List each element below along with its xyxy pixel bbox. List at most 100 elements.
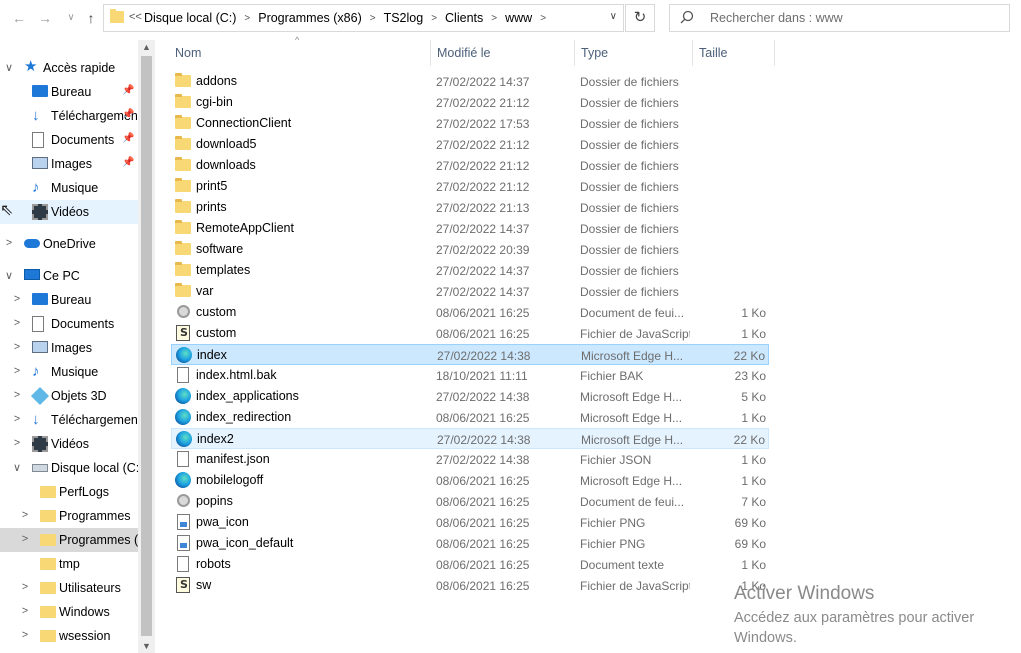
file-row[interactable]: downloads 27/02/2022 21:12 Dossier de fich… bbox=[171, 155, 769, 176]
file-row[interactable]: print5 27/02/2022 21:12 Dossier de fichier… bbox=[171, 176, 769, 197]
file-row[interactable]: pwa_icon_default 08/06/2021 16:25 Fichier … bbox=[171, 533, 769, 554]
back-arrow-icon[interactable]: ← bbox=[10, 8, 28, 28]
collapse-chevron-icon[interactable]: ∨ bbox=[4, 269, 14, 282]
file-row[interactable]: popins 08/06/2021 16:25 Document de feui..… bbox=[171, 491, 769, 512]
file-row[interactable]: index2 27/02/2022 14:38 Microsoft Edge H..… bbox=[171, 428, 769, 449]
pin-icon: 📌 bbox=[122, 109, 135, 120]
nav-item[interactable]: > Utilisateurs bbox=[0, 576, 138, 600]
file-row[interactable]: templates 27/02/2022 14:37 Dossier de fich… bbox=[171, 260, 769, 281]
nav-item[interactable]: Images 📌 bbox=[0, 152, 138, 176]
expand-chevron-icon[interactable]: > bbox=[12, 389, 22, 401]
nav-item[interactable]: > Objets 3D bbox=[0, 384, 138, 408]
nav-scrollbar-thumb[interactable] bbox=[141, 56, 152, 636]
nav-item[interactable]: > ↓ Téléchargements bbox=[0, 408, 148, 432]
breadcrumb-item[interactable]: Clients bbox=[445, 11, 483, 27]
nav-item[interactable]: > wsession bbox=[0, 624, 138, 648]
nav-item[interactable]: ∨ ★ Accès rapide bbox=[0, 56, 138, 80]
search-input[interactable]: Rechercher dans : www bbox=[669, 4, 1010, 32]
column-header-modified[interactable]: Modifié le bbox=[431, 40, 575, 66]
expand-chevron-icon[interactable]: > bbox=[12, 293, 22, 305]
file-row[interactable]: software 27/02/2022 20:39 Dossier de fichi… bbox=[171, 239, 769, 260]
breadcrumb-separator-icon[interactable]: > bbox=[540, 11, 546, 27]
nav-item[interactable]: > Windows bbox=[0, 600, 138, 624]
nav-item[interactable]: > OneDrive bbox=[0, 232, 138, 256]
nav-item[interactable]: ∨ Disque local (C:) bbox=[0, 456, 143, 480]
expand-chevron-icon[interactable]: > bbox=[12, 317, 22, 329]
scroll-down-icon[interactable]: ▼ bbox=[138, 641, 155, 651]
pc-icon bbox=[24, 269, 40, 280]
file-row[interactable]: pwa_icon 08/06/2021 16:25 Fichier PNG 69 Ko bbox=[171, 512, 769, 533]
breadcrumb-separator-icon[interactable]: > bbox=[431, 11, 437, 27]
file-row[interactable]: index_applications 27/02/2022 14:38 Micros… bbox=[171, 386, 769, 407]
nav-item[interactable]: ♪ Musique bbox=[0, 176, 138, 200]
expand-chevron-icon[interactable]: > bbox=[20, 629, 30, 641]
column-header-name[interactable]: Nom bbox=[169, 40, 431, 66]
nav-item[interactable]: > ♪ Musique bbox=[0, 360, 138, 384]
recent-locations-chevron-icon[interactable]: ∨ bbox=[62, 8, 80, 28]
forward-arrow-icon[interactable]: → bbox=[36, 8, 54, 28]
folder-icon bbox=[175, 94, 191, 108]
nav-item[interactable]: tmp bbox=[0, 552, 138, 576]
file-row[interactable]: sw08/06/2021 16:25Fichier de JavaScript1… bbox=[171, 575, 769, 596]
breadcrumb-separator-icon[interactable]: > bbox=[491, 11, 497, 27]
file-row[interactable]: index_redirection 08/06/2021 16:25 Microso… bbox=[171, 407, 769, 428]
nav-item[interactable]: > Documents bbox=[0, 312, 138, 336]
file-row[interactable]: index.html.bak 18/10/2021 11:11 Fichier BA… bbox=[171, 365, 769, 386]
breadcrumb-item[interactable]: TS2log bbox=[384, 11, 424, 27]
file-row[interactable]: custom 08/06/2021 16:25 Document de feui..… bbox=[171, 302, 769, 323]
refresh-button[interactable]: ↻ bbox=[625, 4, 655, 32]
nav-item[interactable]: > Bureau bbox=[0, 288, 138, 312]
expand-chevron-icon[interactable]: > bbox=[12, 413, 22, 425]
breadcrumb-item[interactable]: Programmes (x86) bbox=[258, 11, 362, 27]
expand-chevron-icon[interactable]: > bbox=[4, 237, 14, 249]
nav-item-label: tmp bbox=[59, 557, 80, 571]
file-modified: 27/02/2022 14:37 bbox=[436, 285, 530, 299]
nav-item[interactable]: Vidéos bbox=[0, 200, 138, 224]
address-bar[interactable]: << Disque local (C:) > Programmes (x86) > TS… bbox=[103, 4, 624, 32]
nav-item[interactable]: > Vidéos bbox=[0, 432, 138, 456]
expand-chevron-icon[interactable]: > bbox=[20, 581, 30, 593]
breadcrumb-separator-icon[interactable]: > bbox=[370, 11, 376, 27]
file-row[interactable]: var 27/02/2022 14:37 Dossier de fichiers bbox=[171, 281, 769, 302]
column-header-type[interactable]: Type bbox=[575, 40, 693, 66]
breadcrumb-item[interactable]: www bbox=[505, 11, 532, 27]
nav-item-label: Images bbox=[51, 157, 92, 171]
file-row[interactable]: robots 08/06/2021 16:25 Document texte 1 Ko bbox=[171, 554, 769, 575]
nav-item[interactable]: > Programmes bbox=[0, 504, 138, 528]
file-row[interactable]: cgi-bin 27/02/2022 21:12 Dossier de fichie… bbox=[171, 92, 769, 113]
expand-chevron-icon[interactable]: > bbox=[20, 533, 30, 545]
file-row[interactable]: prints 27/02/2022 21:13 Dossier de fichier… bbox=[171, 197, 769, 218]
file-row[interactable]: index 27/02/2022 14:38 Microsoft Edge H...… bbox=[171, 344, 769, 365]
expand-chevron-icon[interactable]: > bbox=[12, 437, 22, 449]
nav-item[interactable]: > Programmes (x86) bbox=[0, 528, 155, 552]
nav-item[interactable]: ∨ Ce PC bbox=[0, 264, 138, 288]
file-row[interactable]: mobilelogoff 08/06/2021 16:25 Microsoft Ed… bbox=[171, 470, 769, 491]
breadcrumb-separator-icon[interactable]: > bbox=[244, 11, 250, 27]
breadcrumb-overflow-icon[interactable]: << bbox=[129, 11, 142, 23]
nav-item[interactable]: Documents 📌 bbox=[0, 128, 138, 152]
collapse-chevron-icon[interactable]: ∨ bbox=[4, 61, 14, 74]
file-name: robots bbox=[196, 557, 231, 571]
file-row[interactable]: addons 27/02/2022 14:37 Dossier de fichier… bbox=[171, 71, 769, 92]
nav-item[interactable]: PerfLogs bbox=[0, 480, 138, 504]
expand-chevron-icon[interactable]: > bbox=[12, 365, 22, 377]
scroll-up-icon[interactable]: ▲ bbox=[138, 42, 155, 52]
file-row[interactable]: download5 27/02/2022 21:12 Dossier de fich… bbox=[171, 134, 769, 155]
column-header-size[interactable]: Taille bbox=[693, 40, 775, 66]
address-dropdown-icon[interactable]: ∨ bbox=[610, 11, 617, 22]
file-modified: 08/06/2021 16:25 bbox=[436, 411, 530, 425]
expand-chevron-icon[interactable]: > bbox=[12, 341, 22, 353]
file-row[interactable]: ConnectionClient 27/02/2022 17:53 Dossier … bbox=[171, 113, 769, 134]
nav-item[interactable]: Bureau 📌 bbox=[0, 80, 138, 104]
file-row[interactable]: manifest.json 27/02/2022 14:38 Fichier JSO… bbox=[171, 449, 769, 470]
collapse-chevron-icon[interactable]: ∨ bbox=[12, 461, 22, 474]
expand-chevron-icon[interactable]: > bbox=[20, 509, 30, 521]
nav-scrollbar[interactable]: ▲ ▼ bbox=[138, 40, 155, 653]
file-row[interactable]: custom 08/06/2021 16:25 Fichier de JavaScr… bbox=[171, 323, 769, 344]
expand-chevron-icon[interactable]: > bbox=[20, 605, 30, 617]
breadcrumb-item[interactable]: Disque local (C:) bbox=[144, 11, 236, 27]
nav-item[interactable]: > Images bbox=[0, 336, 138, 360]
nav-item[interactable]: ↓ Téléchargements 📌 bbox=[0, 104, 148, 128]
file-row[interactable]: RemoteAppClient 27/02/2022 14:37 Dossier d… bbox=[171, 218, 769, 239]
up-arrow-icon[interactable]: ↑ bbox=[82, 8, 100, 28]
